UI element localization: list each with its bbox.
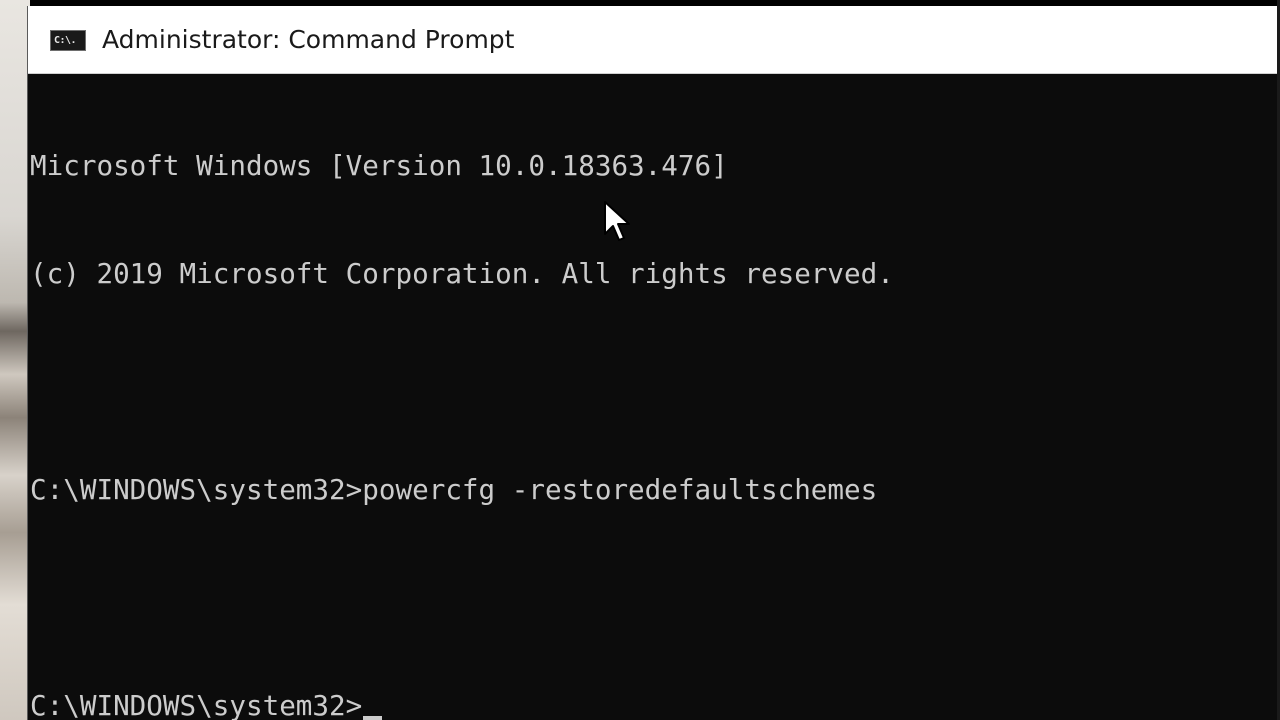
console-prompt-line[interactable]: C:\WINDOWS\system32> bbox=[30, 688, 1280, 720]
title-bar[interactable]: C:\. Administrator: Command Prompt bbox=[28, 6, 1280, 74]
arrow-pointer-icon bbox=[604, 201, 630, 241]
screen: C:\. Administrator: Command Prompt Micro… bbox=[0, 0, 1280, 720]
text-cursor bbox=[363, 716, 383, 720]
command-prompt-window[interactable]: C:\. Administrator: Command Prompt Micro… bbox=[27, 6, 1280, 720]
console-line: C:\WINDOWS\system32>powercfg -restoredef… bbox=[30, 473, 878, 506]
console-line: Microsoft Windows [Version 10.0.18363.47… bbox=[30, 149, 728, 182]
console-line: (c) 2019 Microsoft Corporation. All righ… bbox=[30, 257, 894, 290]
window-title: Administrator: Command Prompt bbox=[102, 25, 515, 54]
desktop-background bbox=[0, 0, 30, 720]
console-prompt: C:\WINDOWS\system32> bbox=[30, 689, 363, 720]
console-output[interactable]: Microsoft Windows [Version 10.0.18363.47… bbox=[30, 76, 1280, 720]
cmd-icon: C:\. bbox=[50, 30, 86, 51]
